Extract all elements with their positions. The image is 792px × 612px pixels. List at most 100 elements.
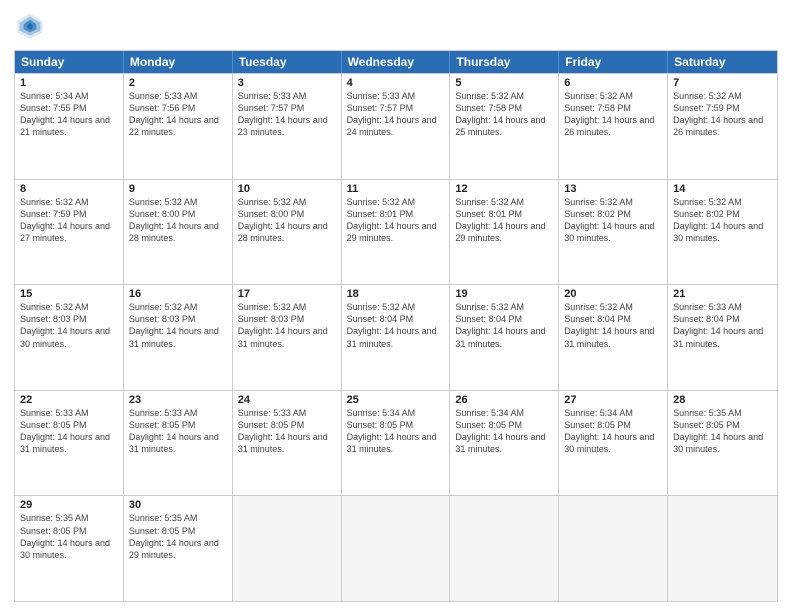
day-cell-28: 28Sunrise: 5:35 AM Sunset: 8:05 PM Dayli… [668,391,777,496]
day-cell-16: 16Sunrise: 5:32 AM Sunset: 8:03 PM Dayli… [124,285,233,390]
day-cell-2: 2Sunrise: 5:33 AM Sunset: 7:56 PM Daylig… [124,74,233,179]
day-info: Sunrise: 5:35 AM Sunset: 8:05 PM Dayligh… [673,407,772,456]
day-cell-20: 20Sunrise: 5:32 AM Sunset: 8:04 PM Dayli… [559,285,668,390]
day-cell-13: 13Sunrise: 5:32 AM Sunset: 8:02 PM Dayli… [559,180,668,285]
logo-icon [14,10,46,42]
day-info: Sunrise: 5:35 AM Sunset: 8:05 PM Dayligh… [20,512,118,561]
day-cell-27: 27Sunrise: 5:34 AM Sunset: 8:05 PM Dayli… [559,391,668,496]
day-info: Sunrise: 5:33 AM Sunset: 7:57 PM Dayligh… [238,90,336,139]
day-info: Sunrise: 5:32 AM Sunset: 8:00 PM Dayligh… [238,196,336,245]
header [14,10,778,42]
day-number: 6 [564,77,662,89]
day-cell-14: 14Sunrise: 5:32 AM Sunset: 8:02 PM Dayli… [668,180,777,285]
day-number: 9 [129,183,227,195]
day-cell-18: 18Sunrise: 5:32 AM Sunset: 8:04 PM Dayli… [342,285,451,390]
day-number: 27 [564,394,662,406]
day-info: Sunrise: 5:34 AM Sunset: 8:05 PM Dayligh… [564,407,662,456]
day-number: 28 [673,394,772,406]
day-cell-29: 29Sunrise: 5:35 AM Sunset: 8:05 PM Dayli… [15,496,124,601]
day-cell-17: 17Sunrise: 5:32 AM Sunset: 8:03 PM Dayli… [233,285,342,390]
day-info: Sunrise: 5:34 AM Sunset: 8:05 PM Dayligh… [455,407,553,456]
calendar-row-2: 8Sunrise: 5:32 AM Sunset: 7:59 PM Daylig… [15,179,777,285]
day-number: 4 [347,77,445,89]
day-cell-22: 22Sunrise: 5:33 AM Sunset: 8:05 PM Dayli… [15,391,124,496]
day-info: Sunrise: 5:33 AM Sunset: 7:56 PM Dayligh… [129,90,227,139]
day-info: Sunrise: 5:34 AM Sunset: 7:55 PM Dayligh… [20,90,118,139]
day-info: Sunrise: 5:32 AM Sunset: 8:04 PM Dayligh… [455,301,553,350]
day-cell-11: 11Sunrise: 5:32 AM Sunset: 8:01 PM Dayli… [342,180,451,285]
empty-cell-4-3 [342,496,451,601]
day-info: Sunrise: 5:33 AM Sunset: 8:05 PM Dayligh… [238,407,336,456]
day-number: 15 [20,288,118,300]
day-info: Sunrise: 5:32 AM Sunset: 8:03 PM Dayligh… [129,301,227,350]
day-cell-10: 10Sunrise: 5:32 AM Sunset: 8:00 PM Dayli… [233,180,342,285]
calendar-body: 1Sunrise: 5:34 AM Sunset: 7:55 PM Daylig… [15,73,777,601]
page: SundayMondayTuesdayWednesdayThursdayFrid… [0,0,792,612]
day-number: 26 [455,394,553,406]
day-info: Sunrise: 5:32 AM Sunset: 8:01 PM Dayligh… [455,196,553,245]
weekday-header-friday: Friday [559,51,668,73]
day-info: Sunrise: 5:34 AM Sunset: 8:05 PM Dayligh… [347,407,445,456]
day-info: Sunrise: 5:32 AM Sunset: 8:02 PM Dayligh… [564,196,662,245]
day-cell-12: 12Sunrise: 5:32 AM Sunset: 8:01 PM Dayli… [450,180,559,285]
empty-cell-4-5 [559,496,668,601]
empty-cell-4-4 [450,496,559,601]
day-info: Sunrise: 5:32 AM Sunset: 8:04 PM Dayligh… [564,301,662,350]
day-number: 19 [455,288,553,300]
day-number: 16 [129,288,227,300]
day-info: Sunrise: 5:32 AM Sunset: 8:04 PM Dayligh… [347,301,445,350]
empty-cell-4-2 [233,496,342,601]
day-number: 14 [673,183,772,195]
day-cell-19: 19Sunrise: 5:32 AM Sunset: 8:04 PM Dayli… [450,285,559,390]
day-number: 20 [564,288,662,300]
day-info: Sunrise: 5:33 AM Sunset: 8:05 PM Dayligh… [20,407,118,456]
day-cell-8: 8Sunrise: 5:32 AM Sunset: 7:59 PM Daylig… [15,180,124,285]
day-number: 18 [347,288,445,300]
day-number: 17 [238,288,336,300]
logo [14,10,50,42]
day-number: 10 [238,183,336,195]
day-number: 8 [20,183,118,195]
day-number: 25 [347,394,445,406]
calendar-row-5: 29Sunrise: 5:35 AM Sunset: 8:05 PM Dayli… [15,495,777,601]
day-cell-3: 3Sunrise: 5:33 AM Sunset: 7:57 PM Daylig… [233,74,342,179]
day-number: 5 [455,77,553,89]
day-number: 22 [20,394,118,406]
calendar-row-4: 22Sunrise: 5:33 AM Sunset: 8:05 PM Dayli… [15,390,777,496]
calendar-row-1: 1Sunrise: 5:34 AM Sunset: 7:55 PM Daylig… [15,73,777,179]
day-number: 21 [673,288,772,300]
day-info: Sunrise: 5:32 AM Sunset: 7:58 PM Dayligh… [564,90,662,139]
weekday-header-thursday: Thursday [450,51,559,73]
day-number: 1 [20,77,118,89]
day-cell-21: 21Sunrise: 5:33 AM Sunset: 8:04 PM Dayli… [668,285,777,390]
day-cell-30: 30Sunrise: 5:35 AM Sunset: 8:05 PM Dayli… [124,496,233,601]
day-cell-5: 5Sunrise: 5:32 AM Sunset: 7:58 PM Daylig… [450,74,559,179]
day-info: Sunrise: 5:32 AM Sunset: 8:03 PM Dayligh… [20,301,118,350]
day-cell-24: 24Sunrise: 5:33 AM Sunset: 8:05 PM Dayli… [233,391,342,496]
day-cell-9: 9Sunrise: 5:32 AM Sunset: 8:00 PM Daylig… [124,180,233,285]
day-number: 23 [129,394,227,406]
day-cell-26: 26Sunrise: 5:34 AM Sunset: 8:05 PM Dayli… [450,391,559,496]
day-number: 13 [564,183,662,195]
day-info: Sunrise: 5:32 AM Sunset: 7:59 PM Dayligh… [20,196,118,245]
day-cell-23: 23Sunrise: 5:33 AM Sunset: 8:05 PM Dayli… [124,391,233,496]
day-number: 11 [347,183,445,195]
day-cell-1: 1Sunrise: 5:34 AM Sunset: 7:55 PM Daylig… [15,74,124,179]
day-cell-25: 25Sunrise: 5:34 AM Sunset: 8:05 PM Dayli… [342,391,451,496]
day-cell-4: 4Sunrise: 5:33 AM Sunset: 7:57 PM Daylig… [342,74,451,179]
day-number: 3 [238,77,336,89]
day-info: Sunrise: 5:35 AM Sunset: 8:05 PM Dayligh… [129,512,227,561]
day-info: Sunrise: 5:32 AM Sunset: 8:02 PM Dayligh… [673,196,772,245]
calendar-row-3: 15Sunrise: 5:32 AM Sunset: 8:03 PM Dayli… [15,284,777,390]
day-number: 30 [129,499,227,511]
calendar: SundayMondayTuesdayWednesdayThursdayFrid… [14,50,778,602]
day-number: 2 [129,77,227,89]
weekday-header-sunday: Sunday [15,51,124,73]
day-number: 24 [238,394,336,406]
day-number: 29 [20,499,118,511]
weekday-header-saturday: Saturday [668,51,777,73]
calendar-header: SundayMondayTuesdayWednesdayThursdayFrid… [15,51,777,73]
day-info: Sunrise: 5:32 AM Sunset: 8:03 PM Dayligh… [238,301,336,350]
day-number: 7 [673,77,772,89]
weekday-header-wednesday: Wednesday [342,51,451,73]
